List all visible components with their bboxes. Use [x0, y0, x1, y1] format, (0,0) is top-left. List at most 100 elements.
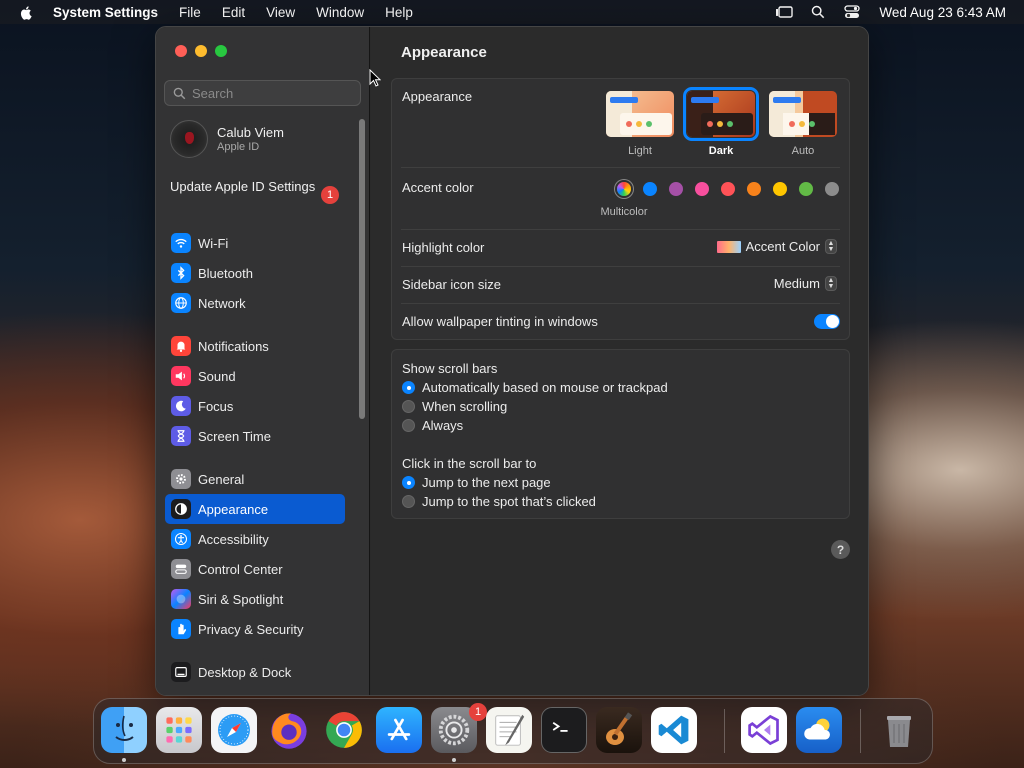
textedit-icon[interactable] [486, 707, 532, 753]
radio-button[interactable] [402, 381, 415, 394]
sidebar-scrollbar[interactable] [359, 119, 365, 419]
scroll-bars-always-option[interactable]: Always [402, 418, 463, 433]
accent-purple-swatch[interactable] [669, 182, 683, 196]
terminal-icon[interactable] [541, 707, 587, 753]
sidebar-item-accessibility[interactable]: Accessibility [165, 524, 345, 554]
sidebar-item-focus[interactable]: Focus [165, 391, 345, 421]
search-field[interactable] [164, 80, 361, 106]
sidebar-item-label: Sound [198, 368, 236, 384]
chrome-icon[interactable] [321, 707, 367, 753]
accent-orange-swatch[interactable] [747, 182, 761, 196]
settings-dock-badge: 1 [469, 703, 487, 721]
sidebar-item-notifications[interactable]: Notifications [165, 331, 345, 361]
sidebar-item-wifi[interactable]: Wi-Fi [165, 228, 345, 258]
highlight-color-popup[interactable]: Accent Color ▲ ▼ [716, 239, 837, 254]
radio-button[interactable] [402, 495, 415, 508]
sidebar-group-general: General Appearance Accessibility Control… [165, 464, 345, 644]
sidebar-item-label: Appearance [198, 501, 269, 517]
update-badge: 1 [321, 186, 339, 204]
garageband-icon[interactable] [596, 707, 642, 753]
appearance-auto-option[interactable] [769, 91, 837, 137]
update-apple-id-item[interactable]: Update Apple ID Settings [170, 179, 340, 195]
sidebar-item-control-center[interactable]: Control Center [165, 554, 345, 584]
click-scroll-spot-option[interactable]: Jump to the spot that’s clicked [402, 494, 596, 509]
accent-pink-swatch[interactable] [695, 182, 709, 196]
radio-label: Jump to the spot that’s clicked [422, 494, 596, 509]
vscode-icon[interactable] [651, 707, 697, 753]
radio-label: When scrolling [422, 399, 508, 414]
appearance-icon [171, 499, 191, 519]
sidebar-item-network[interactable]: Network [165, 288, 345, 318]
sidebar-item-general[interactable]: General [165, 464, 345, 494]
menu-view[interactable]: View [266, 5, 295, 20]
close-window-button[interactable] [175, 45, 187, 57]
minimize-window-button[interactable] [195, 45, 207, 57]
accent-graphite-swatch[interactable] [825, 182, 839, 196]
accent-green-swatch[interactable] [799, 182, 813, 196]
wallpaper-tinting-toggle[interactable] [814, 314, 840, 329]
launchpad-icon[interactable] [156, 707, 202, 753]
menu-bar: System Settings File Edit View Window He… [0, 0, 1024, 24]
sidebar-item-appearance[interactable]: Appearance [165, 494, 345, 524]
scroll-bars-when-scrolling-option[interactable]: When scrolling [402, 399, 507, 414]
spotlight-search-icon[interactable] [809, 4, 827, 20]
appearance-light-option[interactable] [606, 91, 674, 137]
moon-icon [171, 396, 191, 416]
radio-label: Always [422, 418, 464, 433]
search-input[interactable] [192, 85, 352, 101]
sidebar-item-privacy-security[interactable]: Privacy & Security [165, 614, 345, 644]
sidebar-item-screen-time[interactable]: Screen Time [165, 421, 345, 451]
apple-id-profile[interactable]: Calub Viem Apple ID [170, 120, 284, 158]
click-scroll-next-page-option[interactable]: Jump to the next page [402, 475, 551, 490]
accent-yellow-swatch[interactable] [773, 182, 787, 196]
menu-window[interactable]: Window [316, 5, 364, 20]
menu-help[interactable]: Help [385, 5, 413, 20]
visual-studio-icon[interactable] [741, 707, 787, 753]
dock-divider [724, 709, 725, 753]
finder-icon[interactable] [101, 707, 147, 753]
firefox-icon[interactable] [266, 707, 312, 753]
hand-icon [171, 619, 191, 639]
appearance-dark-option[interactable] [683, 87, 759, 141]
accent-red-swatch[interactable] [721, 182, 735, 196]
apple-menu-icon[interactable] [19, 4, 35, 20]
profile-subtitle: Apple ID [217, 141, 260, 153]
sidebar-group-network: Wi-Fi Bluetooth Network [165, 228, 345, 318]
menu-edit[interactable]: Edit [222, 5, 245, 20]
safari-icon[interactable] [211, 707, 257, 753]
highlight-color-value: Accent Color [745, 239, 820, 254]
sidebar-item-label: Control Center [198, 561, 283, 577]
sidebar-item-sound[interactable]: Sound [165, 361, 345, 391]
sidebar-item-bluetooth[interactable]: Bluetooth [165, 258, 345, 288]
chevron-updown-icon: ▲ ▼ [825, 276, 837, 291]
mouse-cursor-icon [369, 69, 381, 87]
accent-selected-caption: Multicolor [600, 206, 648, 218]
highlight-color-preview [716, 240, 741, 253]
sidebar-icon-size-popup[interactable]: Medium ▲ ▼ [774, 276, 837, 291]
sidebar-item-siri-spotlight[interactable]: Siri & Spotlight [165, 584, 345, 614]
stage-manager-icon[interactable] [775, 4, 794, 20]
menu-file[interactable]: File [179, 5, 201, 20]
scroll-bars-automatic-option[interactable]: Automatically based on mouse or trackpad [402, 380, 668, 395]
chevron-updown-icon: ▲ ▼ [825, 239, 837, 254]
radio-button[interactable] [402, 419, 415, 432]
zoom-window-button[interactable] [215, 45, 227, 57]
help-button[interactable]: ? [831, 540, 850, 559]
sidebar-group-notifications: Notifications Sound Focus Screen Time [165, 331, 345, 451]
weather-icon[interactable] [796, 707, 842, 753]
accent-blue-swatch[interactable] [643, 182, 657, 196]
radio-button[interactable] [402, 400, 415, 413]
running-indicator [452, 758, 456, 762]
menu-app-name[interactable]: System Settings [53, 5, 158, 20]
sidebar-item-desktop-dock[interactable]: Desktop & Dock [165, 657, 345, 687]
trash-icon[interactable] [876, 707, 922, 753]
wifi-icon [171, 233, 191, 253]
control-center-menu-icon[interactable] [843, 4, 861, 20]
menu-clock[interactable]: Wed Aug 23 6:43 AM [879, 5, 1006, 20]
app-store-icon[interactable] [376, 707, 422, 753]
sidebar-icon-size-label: Sidebar icon size [402, 277, 501, 292]
appearance-settings-group: Appearance Light Dark Auto Accent color … [391, 78, 850, 340]
radio-button[interactable] [402, 476, 415, 489]
accent-multicolor-swatch[interactable] [617, 182, 631, 196]
sidebar-icon-size-value: Medium [773, 276, 820, 291]
